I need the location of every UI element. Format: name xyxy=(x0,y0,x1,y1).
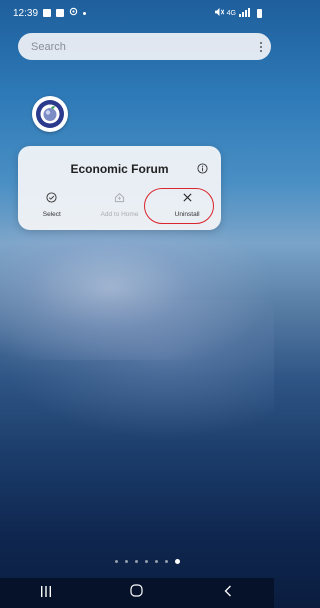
app-context-menu: Economic Forum Select Add to Home Uninst… xyxy=(18,146,221,230)
recent-apps-icon xyxy=(40,584,52,602)
close-icon xyxy=(182,190,193,208)
app-info-icon[interactable] xyxy=(197,161,208,179)
battery-icon xyxy=(257,8,262,18)
page-dot[interactable] xyxy=(124,559,128,563)
check-circle-icon xyxy=(46,190,57,208)
select-button[interactable]: Select xyxy=(20,190,84,218)
status-left: 12:39 xyxy=(13,7,87,19)
search-bar[interactable]: Search xyxy=(18,33,271,60)
mute-icon xyxy=(214,8,224,18)
page-indicator xyxy=(0,556,274,566)
network-type-label: 4G xyxy=(226,9,236,17)
home-button[interactable] xyxy=(117,580,157,606)
status-bar: 12:39 4G xyxy=(0,0,274,26)
back-button[interactable] xyxy=(208,580,248,606)
page-dot[interactable] xyxy=(154,559,158,563)
add-to-home-button[interactable]: Add to Home xyxy=(87,190,151,218)
status-right: 4G xyxy=(214,7,262,19)
more-notifications-dot-icon xyxy=(83,11,87,15)
search-placeholder: Search xyxy=(31,40,66,53)
wallpaper-glow-lower xyxy=(0,300,274,440)
settings-notification-icon xyxy=(69,7,78,19)
page-dot[interactable] xyxy=(144,559,148,563)
gallery-notification-icon xyxy=(43,9,52,17)
navigation-bar xyxy=(0,578,274,608)
add-to-home-label: Add to Home xyxy=(100,211,139,218)
message-notification-icon xyxy=(56,9,65,17)
popup-header: Economic Forum xyxy=(18,146,221,186)
status-time: 12:39 xyxy=(13,7,39,19)
select-label: Select xyxy=(42,211,61,218)
recent-apps-button[interactable] xyxy=(26,580,66,606)
uninstall-button[interactable]: Uninstall xyxy=(155,190,219,218)
more-options-icon[interactable] xyxy=(260,41,262,52)
signal-icon xyxy=(239,7,251,19)
home-icon xyxy=(114,190,125,208)
page-dot-active[interactable] xyxy=(174,558,180,564)
page-dot[interactable] xyxy=(114,559,118,563)
page-dot[interactable] xyxy=(134,559,138,563)
uninstall-label: Uninstall xyxy=(174,211,200,218)
home-nav-icon xyxy=(130,584,144,602)
back-icon xyxy=(224,584,232,602)
economic-forum-app-icon[interactable] xyxy=(32,96,68,132)
popup-title: Economic Forum xyxy=(70,162,169,176)
popup-actions: Select Add to Home Uninstall xyxy=(18,190,221,228)
page-dot[interactable] xyxy=(164,559,168,563)
